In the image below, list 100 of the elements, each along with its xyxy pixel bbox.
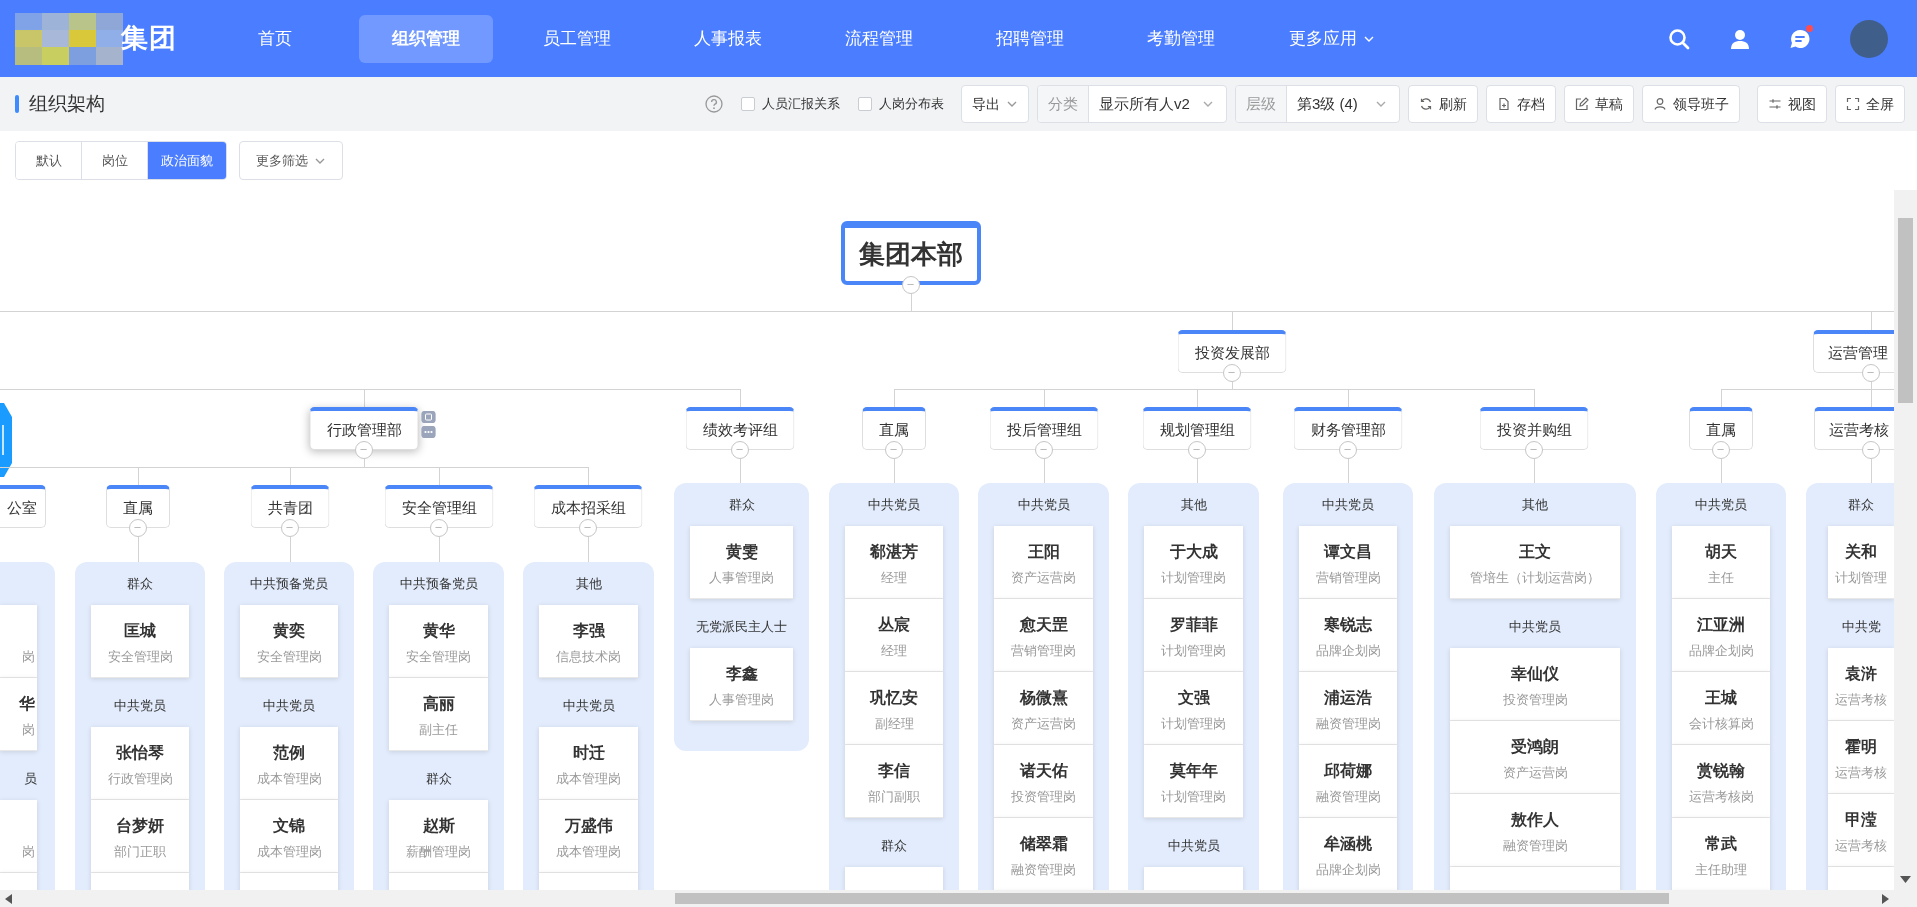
chat-icon[interactable] [1790, 29, 1810, 50]
org-node[interactable]: 成本招采组 [533, 485, 643, 528]
member-card[interactable]: 黄华 安全管理岗 [389, 605, 488, 678]
member-card[interactable]: 敖作人 融资管理岗 [1450, 794, 1620, 867]
org-node[interactable]: 直属 [862, 407, 926, 450]
member-card[interactable]: 文强 计划管理岗 [1144, 672, 1243, 745]
member-card[interactable]: 万盛伟 成本管理岗 [539, 800, 638, 873]
filter-tab[interactable]: 政治面貌 [148, 142, 226, 179]
horizontal-scrollbar[interactable] [0, 890, 1917, 907]
member-card[interactable]: 黄雯 人事管理岗 [690, 526, 793, 599]
scroll-left-icon[interactable] [5, 894, 12, 904]
member-card[interactable]: 李鑫 人事管理岗 [690, 648, 793, 721]
org-node[interactable]: 投后管理组 [989, 407, 1099, 450]
nav-menu[interactable]: 更多应用 [1265, 14, 1399, 63]
org-node[interactable]: 规划管理组 [1142, 407, 1252, 450]
member-card[interactable]: 寒锐志 品牌企划岗 [1299, 599, 1397, 672]
member-card[interactable]: 王城 会计核算岗 [1672, 672, 1770, 745]
scroll-down-icon[interactable] [1900, 876, 1911, 883]
member-card[interactable]: 胡天 主任 [1672, 526, 1770, 599]
group-label: 其他 [574, 574, 603, 593]
member-card[interactable]: 邱荷娜 融资管理岗 [1299, 745, 1397, 818]
member-card[interactable]: 黄奕 安全管理岗 [240, 605, 338, 678]
nav-tab[interactable]: 首页 [208, 14, 342, 63]
nav-tab[interactable]: 招聘管理 [963, 14, 1097, 63]
filter-dropdown[interactable]: 更多筛选 [239, 141, 343, 180]
help-icon[interactable] [705, 95, 723, 113]
group-label: 群众 [126, 574, 154, 593]
user-icon[interactable] [1730, 28, 1750, 49]
nav-tab[interactable]: 员工管理 [510, 14, 644, 63]
member-card[interactable]: 文锦 成本管理岗 [240, 800, 338, 873]
member-card[interactable]: 关和 计划管理 [1828, 526, 1894, 599]
member-card[interactable]: 受鸿朗 资产运营岗 [1450, 721, 1620, 794]
checkbox[interactable] [741, 97, 755, 111]
member-card[interactable]: 巩忆安 副经理 [845, 672, 943, 745]
org-node[interactable]: 公室 [0, 485, 46, 528]
member-card[interactable]: 范例 成本管理岗 [240, 727, 338, 800]
search-icon[interactable] [1668, 27, 1690, 50]
org-node[interactable]: 运营管理 [1813, 330, 1894, 373]
member-card[interactable]: 时迁 成本管理岗 [539, 727, 638, 800]
member-card[interactable]: 霍明 运营考核 [1828, 721, 1894, 794]
member-card[interactable]: 袁浒 运营考核 [1828, 648, 1894, 721]
member-card[interactable]: 幸仙仪 投资管理岗 [1450, 648, 1620, 721]
scroll-right-icon[interactable] [1882, 894, 1889, 904]
member-card[interactable]: 储翠霜 融资管理岗 [994, 818, 1093, 890]
scrollbar-thumb[interactable] [675, 893, 1669, 904]
nav-tab[interactable]: 考勤管理 [1114, 14, 1248, 63]
member-card[interactable]: 浦运浩 融资管理岗 [1299, 672, 1397, 745]
member-card[interactable]: 莫年年 计划管理岗 [1144, 745, 1243, 818]
member-card[interactable]: 赏锐翰 运营考核岗 [1672, 745, 1770, 818]
member-card[interactable]: 罗菲菲 计划管理岗 [1144, 599, 1243, 672]
member-card[interactable]: 愈天罡 营销管理岗 [994, 599, 1093, 672]
toolbar-button[interactable]: 草稿 [1564, 85, 1634, 123]
org-node[interactable]: 共青团 [250, 485, 330, 528]
org-node[interactable]: 财务管理部 [1293, 407, 1403, 450]
member-card[interactable]: 丛宸 经理 [845, 599, 943, 672]
member-card[interactable]: 杨微熹 资产运营岗 [994, 672, 1093, 745]
member-card[interactable]: 甲滢 运营考核 [1828, 794, 1894, 867]
org-node[interactable]: 投资发展部 [1177, 330, 1287, 373]
member-card[interactable]: 牟涵桃 品牌企划岗 [1299, 818, 1397, 890]
member-card[interactable]: 李强 信息技术岗 [539, 605, 638, 678]
org-node[interactable]: 运营考核 [1814, 407, 1894, 450]
member-card[interactable]: 台梦妍 部门正职 [91, 800, 189, 873]
member-card[interactable]: 郗湛芳 经理 [845, 526, 943, 599]
toolbar-button[interactable]: 全屏 [1835, 85, 1905, 123]
toolbar-button[interactable]: 存档 [1486, 85, 1556, 123]
org-node[interactable]: 行政管理部 [309, 407, 419, 450]
org-node[interactable]: 直属 [1689, 407, 1753, 450]
member-card[interactable]: 华 岗 [0, 678, 37, 751]
member-card[interactable]: 赵斯 薪酬管理岗 [389, 800, 488, 873]
select-field[interactable]: 层级 第3级 (4) [1235, 85, 1400, 123]
member-card[interactable]: 于大成 计划管理岗 [1144, 526, 1243, 599]
member-card[interactable]: 匡城 安全管理岗 [91, 605, 189, 678]
root-node[interactable]: 集团本部 [841, 221, 981, 285]
vertical-scrollbar[interactable] [1894, 190, 1917, 890]
member-card[interactable]: 李信 部门副职 [845, 745, 943, 818]
avatar[interactable] [1850, 19, 1888, 58]
export-dropdown[interactable]: 导出 [961, 85, 1029, 123]
member-card[interactable]: 谭文昌 营销管理岗 [1299, 526, 1397, 599]
org-node[interactable]: 绩效考评组 [685, 407, 795, 450]
org-node[interactable]: 安全管理组 [384, 485, 494, 528]
nav-tab[interactable]: 流程管理 [812, 14, 946, 63]
org-node[interactable]: 投资并购组 [1479, 407, 1589, 450]
member-card[interactable]: 张怡琴 行政管理岗 [91, 727, 189, 800]
toolbar-button[interactable]: 视图 [1757, 85, 1827, 123]
more-icon[interactable] [421, 426, 436, 438]
copy-icon[interactable] [421, 411, 436, 423]
toolbar-button[interactable]: 刷新 [1408, 85, 1478, 123]
member-card[interactable]: 王文 管培生（计划运营岗） [1450, 526, 1620, 599]
toolbar-button[interactable]: 领导班子 [1642, 85, 1740, 123]
scrollbar-thumb[interactable] [1898, 218, 1913, 403]
member-card[interactable]: 诸天佑 投资管理岗 [994, 745, 1093, 818]
nav-tab[interactable]: 人事报表 [661, 14, 795, 63]
member-card[interactable]: 王阳 资产运营岗 [994, 526, 1093, 599]
member-card[interactable]: 高丽 副主任 [389, 678, 488, 751]
org-node[interactable]: 直属 [106, 485, 170, 528]
member-card[interactable]: 江亚洲 品牌企划岗 [1672, 599, 1770, 672]
checkbox[interactable] [858, 97, 872, 111]
select-field[interactable]: 分类 显示所有人v2 [1037, 85, 1227, 123]
filter-tab[interactable]: 默认 [16, 142, 82, 179]
member-card[interactable]: 常武 主任助理 [1672, 818, 1770, 890]
